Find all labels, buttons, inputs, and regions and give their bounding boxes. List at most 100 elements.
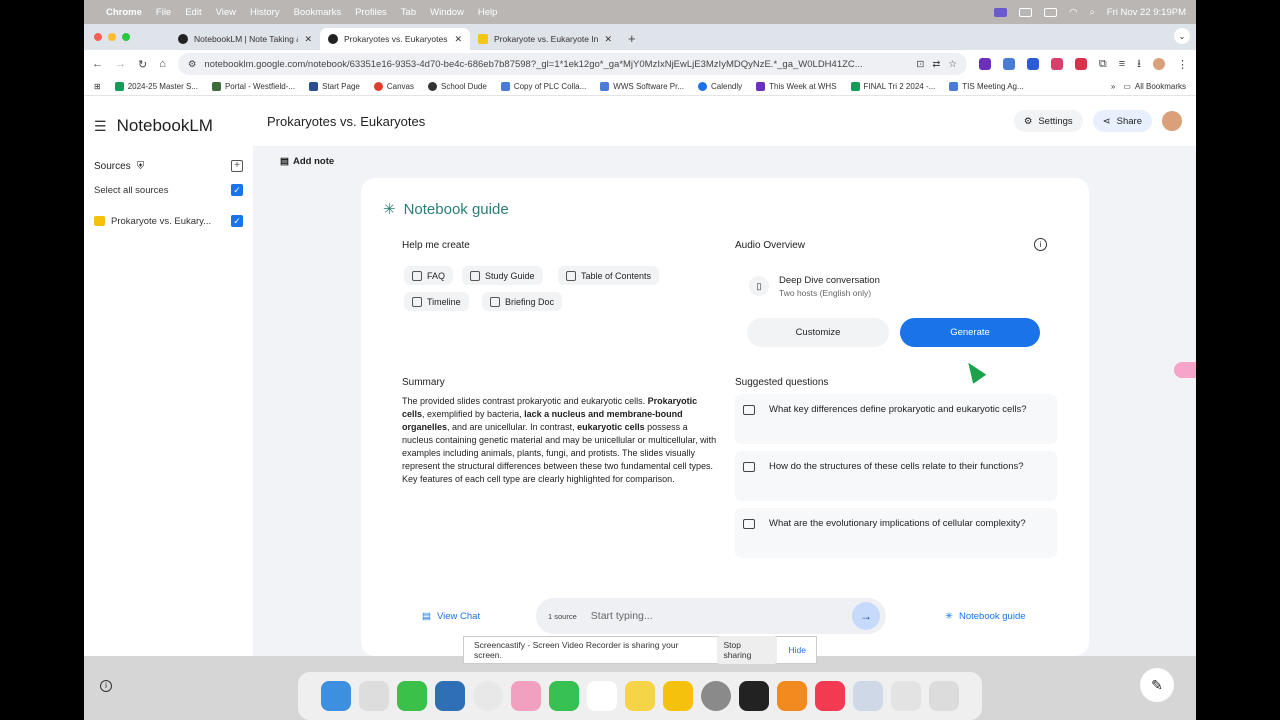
tab-slides[interactable]: Prokaryote vs. Eukaryote Info ✕: [470, 28, 620, 50]
launchpad-icon[interactable]: [359, 681, 389, 711]
bookmark-item[interactable]: Calendly: [697, 82, 742, 91]
tab-prokaryotes[interactable]: Prokaryotes vs. Eukaryotes - ✕: [320, 28, 470, 50]
select-all-row[interactable]: Select all sources ✓: [84, 184, 253, 196]
menu-edit[interactable]: Edit: [185, 7, 201, 18]
customize-button[interactable]: Customize: [747, 318, 889, 347]
select-all-checkbox[interactable]: ✓: [231, 184, 243, 196]
photos-icon[interactable]: [511, 681, 541, 711]
share-button[interactable]: ⋖ Share: [1092, 110, 1152, 132]
translate-icon[interactable]: ⇄: [932, 59, 940, 70]
system-settings-icon[interactable]: [701, 681, 731, 711]
extension-side-tab-icon[interactable]: [1174, 362, 1196, 378]
pencil-icon[interactable]: ✎: [1140, 668, 1174, 702]
faq-chip[interactable]: FAQ: [404, 266, 454, 285]
facetime-icon[interactable]: [549, 681, 579, 711]
bookmark-item[interactable]: FINAL Tri 2 2024 -...: [850, 82, 935, 91]
extension-screencastify-icon[interactable]: [1050, 58, 1063, 70]
extension-docs-icon[interactable]: [1026, 58, 1039, 70]
notes-icon[interactable]: [625, 681, 655, 711]
install-icon[interactable]: ⊡: [916, 59, 924, 70]
info-icon[interactable]: i: [1034, 238, 1047, 251]
suggested-question[interactable]: What key differences define prokaryotic …: [735, 394, 1057, 444]
bookmark-item[interactable]: This Week at WHS: [756, 82, 837, 91]
spotlight-icon[interactable]: ⌕: [1089, 7, 1094, 18]
books-icon[interactable]: [777, 681, 807, 711]
screen-record-icon[interactable]: [994, 7, 1008, 17]
avatar[interactable]: [1162, 111, 1182, 131]
suggested-question[interactable]: What are the evolutionary implications o…: [735, 508, 1057, 558]
bookmark-item[interactable]: Canvas: [373, 82, 414, 91]
bookmark-item[interactable]: School Dude: [428, 82, 487, 91]
bookmark-item[interactable]: WWS Software Pr...: [600, 82, 684, 91]
generate-button[interactable]: Generate: [900, 318, 1040, 347]
send-arrow-icon[interactable]: →: [852, 602, 880, 630]
address-bar[interactable]: ⚙ notebooklm.google.com/notebook/63351e1…: [177, 53, 967, 75]
menu-bookmarks[interactable]: Bookmarks: [294, 7, 342, 18]
back-icon[interactable]: ←: [92, 58, 103, 70]
status-icon[interactable]: [1019, 7, 1033, 17]
bookmark-item[interactable]: Copy of PLC Colla...: [500, 82, 586, 91]
forward-icon[interactable]: →: [115, 58, 126, 70]
chat-input[interactable]: 1 source Start typing... →: [536, 598, 886, 634]
timeline-chip[interactable]: Timeline: [404, 292, 469, 311]
profile-avatar[interactable]: [1153, 58, 1165, 70]
console-icon[interactable]: [739, 681, 769, 711]
bookmark-item[interactable]: Portal - Westfield-...: [211, 82, 295, 91]
close-tab-icon[interactable]: ✕: [454, 34, 462, 45]
battery-icon[interactable]: [1044, 7, 1058, 17]
stickies-icon[interactable]: [663, 681, 693, 711]
notebook-title[interactable]: Prokaryotes vs. Eukaryotes: [267, 114, 425, 129]
clock[interactable]: Fri Nov 22 9:19PM: [1107, 7, 1186, 18]
bookmark-item[interactable]: Start Page: [309, 82, 360, 91]
music-placeholder-icon[interactable]: [891, 681, 921, 711]
finder-icon[interactable]: [321, 681, 351, 711]
hamburger-menu-icon[interactable]: ☰: [94, 118, 107, 135]
trash-icon[interactable]: [929, 681, 959, 711]
zoom-window-icon[interactable]: [122, 33, 130, 41]
table-of-contents-chip[interactable]: Table of Contents: [558, 266, 660, 285]
tab-notebooklm[interactable]: NotebookLM | Note Taking & ✕: [170, 28, 320, 50]
menu-profiles[interactable]: Profiles: [355, 7, 387, 18]
add-source-icon[interactable]: +: [231, 160, 243, 172]
settings-button[interactable]: ⚙ Settings: [1013, 110, 1083, 132]
info-icon[interactable]: i: [100, 680, 112, 692]
calendar-icon[interactable]: [587, 681, 617, 711]
suggested-question[interactable]: How do the structures of these cells rel…: [735, 451, 1057, 501]
music-icon[interactable]: [815, 681, 845, 711]
chrome-icon[interactable]: [473, 681, 503, 711]
menu-tab[interactable]: Tab: [401, 7, 416, 18]
bookmark-item[interactable]: TIS Meeting Ag...: [949, 82, 1024, 91]
close-tab-icon[interactable]: ✕: [304, 34, 312, 45]
messages-icon[interactable]: [397, 681, 427, 711]
extensions-puzzle-icon[interactable]: ⧉: [1099, 58, 1107, 71]
close-tab-icon[interactable]: ✕: [604, 34, 612, 45]
menu-history[interactable]: History: [250, 7, 280, 18]
reading-list-icon[interactable]: ≡: [1119, 58, 1125, 70]
stop-sharing-button[interactable]: Stop sharing: [717, 636, 777, 664]
download-icon[interactable]: ⭳: [1137, 55, 1141, 74]
all-bookmarks[interactable]: ▭ All Bookmarks: [1123, 82, 1186, 91]
add-note-button[interactable]: ▤ Add note: [280, 156, 334, 167]
apps-grid-icon[interactable]: ⊞: [94, 82, 101, 91]
app-logo[interactable]: NotebookLM: [117, 116, 213, 136]
briefing-doc-chip[interactable]: Briefing Doc: [482, 292, 563, 311]
extension-red-icon[interactable]: [1074, 58, 1087, 70]
chrome-menu-icon[interactable]: ⋮: [1177, 58, 1188, 71]
menu-view[interactable]: View: [216, 7, 236, 18]
source-item[interactable]: Prokaryote vs. Eukary... ✓: [84, 215, 253, 227]
tab-search-icon[interactable]: ⌄: [1174, 28, 1190, 44]
notebook-guide-button[interactable]: ✳ Notebook guide: [945, 611, 1026, 622]
preview-icon[interactable]: [853, 681, 883, 711]
menu-window[interactable]: Window: [430, 7, 464, 18]
reload-icon[interactable]: ↻: [138, 58, 147, 71]
extension-k-icon[interactable]: [978, 58, 991, 70]
bookmark-star-icon[interactable]: ☆: [948, 59, 957, 70]
quicktime-icon[interactable]: [435, 681, 465, 711]
hide-button[interactable]: Hide: [789, 645, 806, 655]
menu-app-name[interactable]: Chrome: [106, 7, 142, 18]
wifi-icon[interactable]: ◠: [1069, 7, 1077, 18]
more-bookmarks-icon[interactable]: »: [1111, 82, 1115, 91]
new-tab-icon[interactable]: +: [620, 31, 644, 50]
home-icon[interactable]: ⌂: [159, 58, 166, 70]
extension-translate-icon[interactable]: [1002, 58, 1015, 70]
